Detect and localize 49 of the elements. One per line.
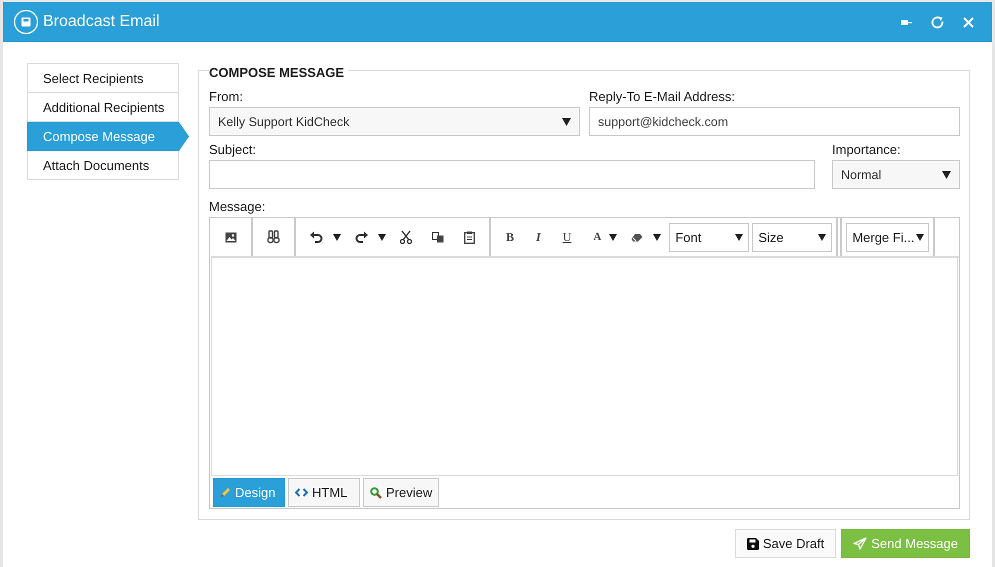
format-button[interactable]: A [593,231,602,243]
paste-icon[interactable] [464,230,475,244]
caret-icon [942,170,951,178]
close-icon[interactable] [963,16,974,28]
section-heading: COMPOSE MESSAGE [209,65,348,80]
caret-icon[interactable] [378,234,386,240]
mode-tab[interactable]: Preview [363,478,440,507]
format-button[interactable]: U [562,230,572,244]
caret-icon [735,234,744,240]
code-icon [295,488,308,497]
toolbar-dropdown[interactable]: Size [752,222,832,252]
redo-icon[interactable] [355,231,368,243]
field-label: Importance: [832,142,902,158]
window-logo-icon [13,9,39,35]
window-title: Broadcast Email [43,13,160,31]
magnifier-icon [370,486,382,498]
undo-icon[interactable] [310,231,323,243]
image-icon[interactable] [225,232,237,242]
field-label: Message: [209,199,266,215]
pin-icon[interactable] [901,18,912,26]
format-button[interactable]: B [506,230,514,244]
eraser-icon[interactable] [631,232,644,242]
caret-icon[interactable] [333,234,341,240]
field-label: Subject: [209,142,257,158]
subject-field[interactable] [209,160,815,189]
copy-icon[interactable] [432,232,444,242]
caret-icon [562,118,571,126]
mode-tab[interactable]: HTML [288,478,360,507]
field-label: From: [209,89,244,105]
pencil-icon [220,487,231,498]
field-label: Reply-To E-Mail Address: [589,89,736,105]
paper-plane-icon [853,537,868,550]
toolbar-dropdown[interactable]: Font [669,222,750,252]
from-select[interactable]: Kelly Support KidCheck [209,107,580,136]
caret-icon [916,234,924,240]
sidebar-item[interactable]: Select Recipients [27,63,179,93]
caret-icon[interactable] [653,234,662,240]
caret-icon [818,234,826,240]
reply-to-field[interactable]: support@kidcheck.com [589,107,960,136]
refresh-icon[interactable] [931,16,944,28]
merge-fields-dropdown[interactable]: Merge Fi... [846,222,930,252]
cut-icon[interactable] [400,230,412,244]
binoculars-icon[interactable] [267,230,280,244]
sidebar-item[interactable]: Attach Documents [27,151,179,180]
importance-select[interactable]: Normal [832,160,960,189]
format-button[interactable]: I [536,230,541,244]
sidebar-item[interactable]: Additional Recipients [27,93,179,122]
save-draft-button[interactable]: Save Draft [734,529,836,558]
caret-icon[interactable] [609,234,618,240]
